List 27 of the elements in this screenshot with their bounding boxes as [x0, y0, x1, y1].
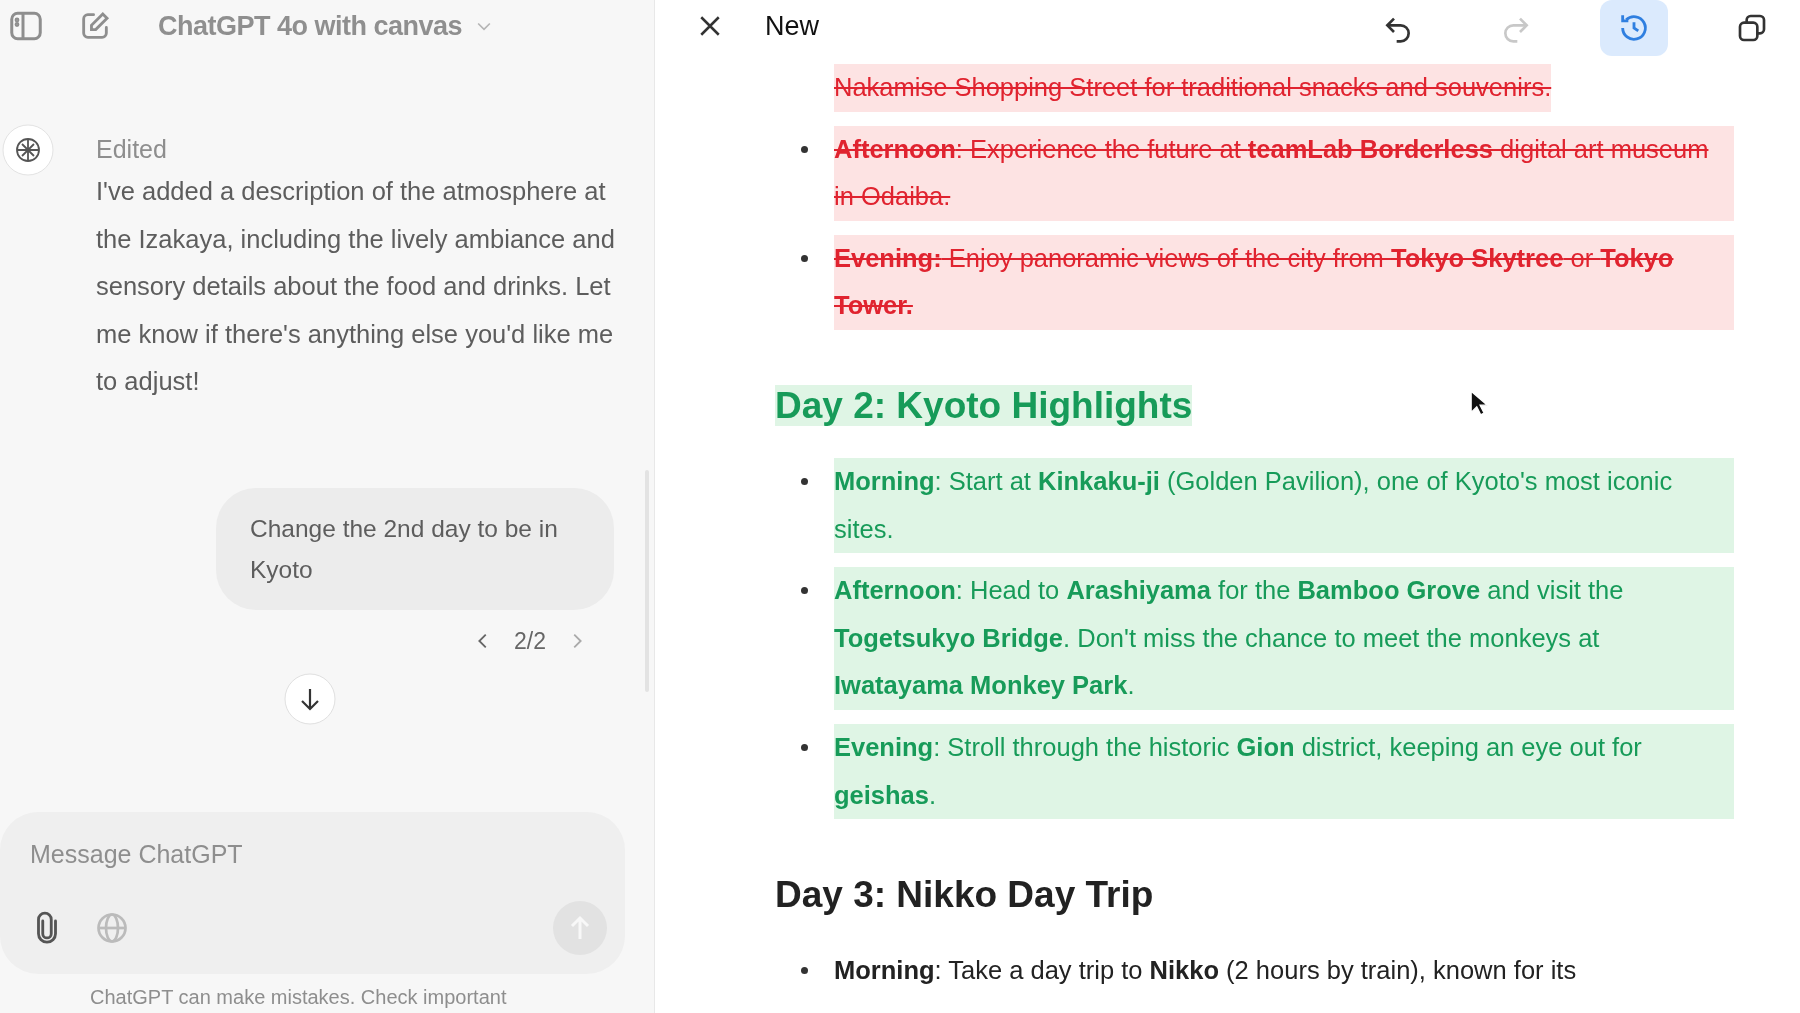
disclaimer-text: ChatGPT can make mistakes. Check important [90, 986, 507, 1009]
section-heading: Day 3: Nikko Day Trip [775, 874, 1154, 916]
copy-icon [1736, 12, 1768, 44]
bullet-icon [801, 743, 808, 751]
list-item-text: Morning: Take a day trip to Nikko (2 hours by train), known for its [834, 955, 1577, 987]
scroll-down-icon[interactable] [284, 672, 336, 725]
user-message: Change the 2nd day to be in Kyoto [216, 487, 614, 610]
section-heading: Day 2: Kyoto Highlights [775, 384, 1193, 426]
list-item-text: Afternoon: Experience the future at teamLab Borderless digital art museum in Odaiba. [834, 125, 1734, 221]
bullet-icon [801, 477, 808, 485]
assistant-message: I've added a description of the atmosphere at the Izakaya, including the lively ambiance and sensory details about the food and drinks. Let me know if there's anything else you'd like me to adjust! [96, 176, 616, 398]
message-input[interactable]: Message ChatGPT [30, 840, 595, 869]
list-item-text: Afternoon: Head to Arashiyama for the Bamboo Grove and visit the Togetsukyo Bridge. Don't miss the chance to meet the monkeys at Iwatayama Monkey Park. [834, 567, 1734, 710]
list-item-text: Evening: Stroll through the historic Gion district, keeping an eye out for geishas. [834, 723, 1734, 820]
list-item-text: Morning: Start at Kinkaku-ji (Golden Pavilion), one of Kyoto's most iconic sites. [834, 457, 1734, 554]
bullet-icon [801, 967, 808, 975]
list-item-text: Evening: Enjoy panoramic views of the city from Tokyo Skytree or Tokyo Tower. [834, 234, 1734, 330]
history-button[interactable] [1600, 0, 1668, 56]
canvas-title: New [765, 10, 819, 42]
message-status: Edited [96, 134, 168, 164]
bullet-icon [801, 587, 808, 595]
mouse-cursor-icon [1470, 390, 1488, 417]
page-counter: 2/2 [514, 627, 546, 655]
bullet-icon [801, 254, 808, 262]
bullet-icon [801, 145, 808, 153]
list-item-text: Nakamise Shopping Street for traditional snacks and souvenirs. [834, 64, 1552, 112]
model-selector[interactable]: ChatGPT 4o with canvas [158, 10, 495, 42]
